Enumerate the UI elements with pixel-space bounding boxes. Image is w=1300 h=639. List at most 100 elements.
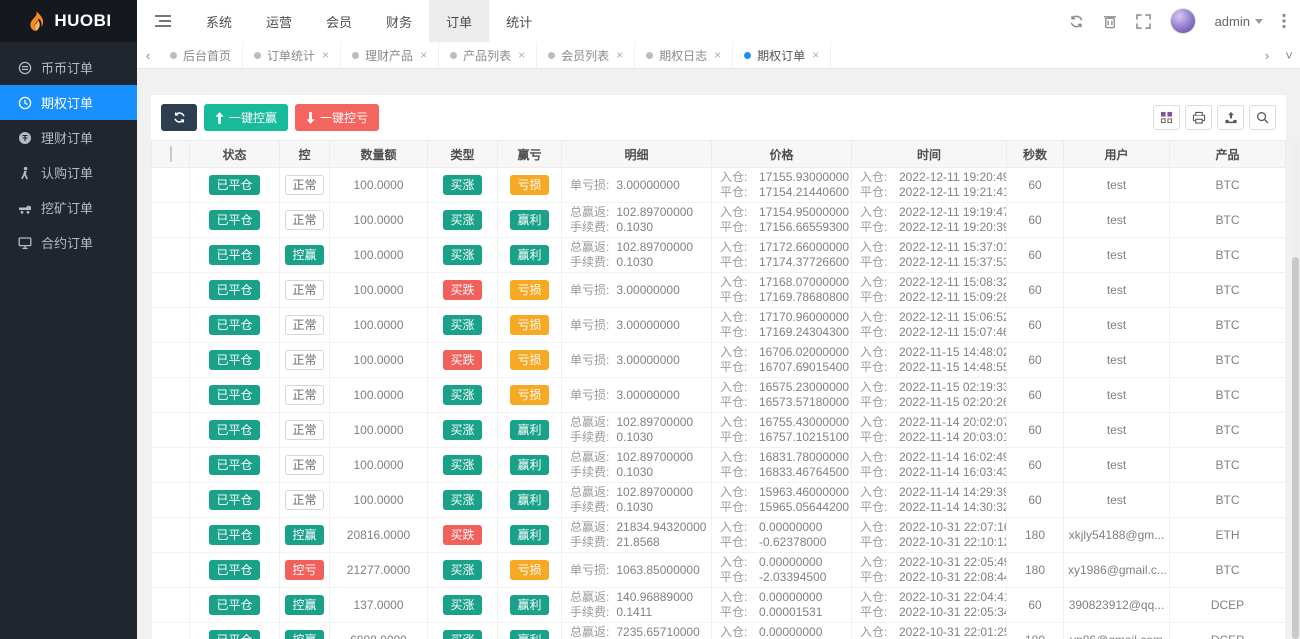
scrollbar-thumb[interactable] [1292,257,1299,639]
line-label: 总赢返: [570,625,610,639]
sidebar-item-label: 认购订单 [41,166,94,181]
line-value: 3.00000000 [616,317,680,332]
tab-理财产品[interactable]: 理财产品 × [341,42,440,68]
clear-cache-icon[interactable] [1103,14,1117,29]
tab-期权订单[interactable]: 期权订单 × [733,42,832,68]
control-cell: 正常 [279,482,330,518]
table-row[interactable]: 已平仓 正常 100.0000 买跌 亏损 单亏损: 3.00000000 入仓: 16706.… [151,342,1286,378]
time-cell: 入仓: 2022-12-11 19:19:47 平仓: 2022-12-11 19:2… [851,202,1007,238]
type-badge: 买涨 [443,595,482,615]
export-icon[interactable] [1217,105,1244,130]
close-icon[interactable]: × [812,48,819,62]
menu-toggle-icon[interactable] [137,0,189,42]
type-badge: 买跌 [443,525,482,545]
topnav-item[interactable]: 系统 [189,0,249,42]
table-row[interactable]: 已平仓 正常 100.0000 买涨 赢利 总赢返: 102.89700000 手续费: 0.1… [151,447,1286,483]
column-header[interactable]: 状态 [189,140,280,168]
topnav-item[interactable]: 会员 [309,0,369,42]
tabs: 后台首页 订单统计 × 理财产品 × 产品列表 × 会员列表 × 期权日志 × 期权订单 × [159,42,832,68]
table-row[interactable]: 已平仓 控赢 100.0000 买涨 赢利 总赢返: 102.89700000 手续费: 0.1… [151,237,1286,273]
topnav-item[interactable]: 订单 [429,0,490,42]
column-header[interactable]: 秒数 [1006,140,1064,168]
refresh-button[interactable] [161,104,197,131]
avatar[interactable] [1169,8,1196,34]
type-cell: 买涨 [427,447,498,483]
type-badge: 买涨 [443,420,482,440]
sidebar-item-coins[interactable]: 币币订单 [0,50,137,85]
sidebar-item-contract[interactable]: 合约订单 [0,225,137,260]
fullscreen-icon[interactable] [1135,13,1151,29]
topnav-item[interactable]: 财务 [369,0,429,42]
print-icon[interactable] [1185,105,1212,130]
kebab-menu-icon[interactable] [1282,13,1286,29]
tabs-scroll-right-icon[interactable]: › [1256,42,1278,68]
control-badge: 控赢 [285,630,324,639]
tab-后台首页[interactable]: 后台首页 [159,42,244,68]
table-row[interactable]: 已平仓 控亏 21277.0000 买涨 亏损 单亏损: 1063.85000000 入仓: 0… [151,552,1286,588]
table-row[interactable]: 已平仓控赢6898.0000买涨赢利总赢返:7235.65710000手续费:7… [151,622,1286,639]
column-header[interactable]: 赢亏 [497,140,562,168]
line-label: 平仓: [720,430,748,444]
control-win-button[interactable]: 一键控赢 [204,104,289,131]
tab-订单统计[interactable]: 订单统计 × [243,42,342,68]
line-value: 17169.24304300 [759,325,850,339]
vertical-scrollbar[interactable] [1292,139,1299,639]
sidebar-item-person[interactable]: 认购订单 [0,155,137,190]
line-value: 0.00000000 [759,520,823,534]
table-row[interactable]: 已平仓 正常 100.0000 买涨 赢利 总赢返: 102.89700000 手续费: 0.1… [151,412,1286,448]
column-header[interactable]: 时间 [851,140,1007,168]
close-icon[interactable]: × [420,48,427,62]
column-header[interactable]: 数量额 [329,140,428,168]
table-row[interactable]: 已平仓 正常 100.0000 买涨 亏损 单亏损: 3.00000000 入仓: 16575.… [151,377,1286,413]
table-row[interactable]: 已平仓 正常 100.0000 买涨 亏损 单亏损: 3.00000000 入仓: 17170.… [151,307,1286,343]
tab-期权日志[interactable]: 期权日志 × [635,42,734,68]
table-row[interactable]: 已平仓 正常 100.0000 买涨 亏损 单亏损: 3.00000000 入仓: 17155.… [151,167,1286,203]
sidebar-item-clock[interactable]: 期权订单 [0,85,137,120]
column-header[interactable]: 明细 [561,140,712,168]
tabs-menu-icon[interactable]: ˅ [1278,42,1300,68]
close-icon[interactable]: × [616,48,623,62]
tabs-scroll-left-icon[interactable]: ‹ [137,42,159,68]
close-icon[interactable]: × [322,48,329,62]
column-header[interactable]: 用户 [1063,140,1170,168]
column-header[interactable]: 产品 [1169,140,1286,168]
sidebar-item-label: 理财订单 [41,131,94,146]
amount-cell: 100.0000 [329,167,428,203]
topnav-item[interactable]: 统计 [489,0,549,42]
table-row[interactable]: 已平仓 正常 100.0000 买跌 亏损 单亏损: 3.00000000 入仓: 17168.… [151,272,1286,308]
type-badge: 买涨 [443,245,482,265]
table-row[interactable]: 已平仓 控赢 137.0000 买涨 赢利 总赢返: 140.96889000 手续费: 0.1… [151,587,1286,623]
tab-会员列表[interactable]: 会员列表 × [537,42,636,68]
close-icon[interactable]: × [518,48,525,62]
refresh-icon[interactable] [1069,14,1084,29]
close-icon[interactable]: × [714,48,721,62]
label-value-line: 单亏损: 3.00000000 [570,178,707,193]
label-value-line: 入仓: 0.00000000 [720,590,847,605]
column-header[interactable]: 控 [279,140,330,168]
result-badge: 亏损 [510,560,549,580]
result-badge: 亏损 [510,175,549,195]
control-badge: 正常 [285,315,324,335]
column-header[interactable]: 价格 [711,140,852,168]
sidebar-item-mining[interactable]: 挖矿订单 [0,190,137,225]
select-all-checkbox[interactable] [169,146,172,162]
line-label: 平仓: [720,535,748,549]
tab-dot-icon [646,51,654,59]
topnav-item[interactable]: 运营 [249,0,309,42]
brand-logo[interactable]: HUOBI [0,0,137,42]
column-header[interactable]: 类型 [427,140,498,168]
control-lose-button[interactable]: 一键控亏 [295,104,380,131]
tab-产品列表[interactable]: 产品列表 × [439,42,538,68]
line-label: 手续费: [570,430,610,444]
label-value-line: 入仓: 2022-10-31 22:07:16 [860,520,1006,535]
search-icon[interactable] [1249,105,1276,130]
columns-grid-icon[interactable] [1153,105,1180,130]
table-row[interactable]: 已平仓 控赢 20816.0000 买跌 赢利 总赢返: 21834.94320000 手续费… [151,517,1286,553]
sidebar-item-finance[interactable]: 理财订单 [0,120,137,155]
line-label: 入仓: [860,415,888,429]
table-row[interactable]: 已平仓 正常 100.0000 买涨 赢利 总赢返: 102.89700000 手续费: 0.1… [151,202,1286,238]
result-badge: 赢利 [510,455,549,475]
user-menu[interactable]: admin [1215,14,1263,29]
table-row[interactable]: 已平仓 正常 100.0000 买涨 赢利 总赢返: 102.89700000 手续费: 0.1… [151,482,1286,518]
price-cell: 入仓: 17168.07000000 平仓: 17169.78680800 [711,272,852,308]
